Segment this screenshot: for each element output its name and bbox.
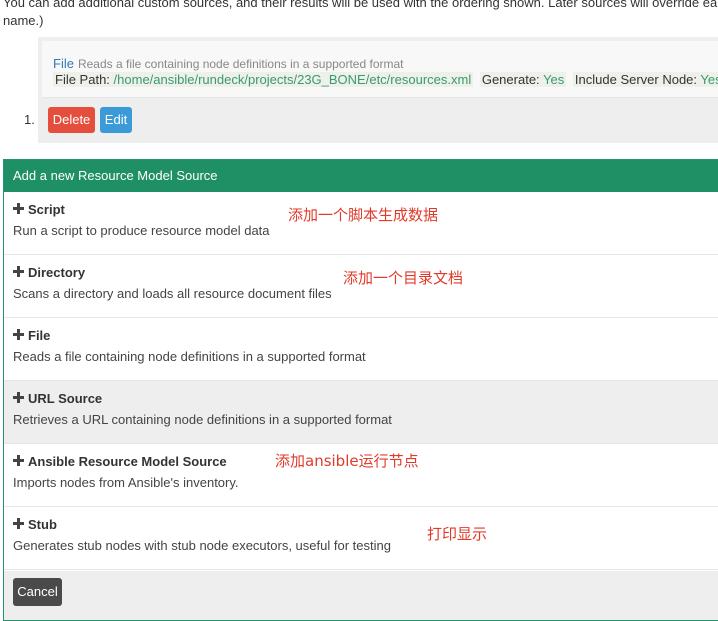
edit-button[interactable]: Edit: [100, 107, 132, 133]
generate-label: Generate:: [481, 72, 540, 87]
plus-icon: [13, 266, 24, 277]
plus-icon: [13, 455, 24, 466]
plus-icon: [13, 518, 24, 529]
provider-item-script[interactable]: Script Run a script to produce resource …: [4, 192, 718, 255]
intro-line-1: You can add additional custom sources, a…: [3, 0, 718, 10]
include-server-node-label: Include Server Node:: [574, 72, 698, 87]
annotation-directory: 添加一个目录文档: [343, 269, 464, 287]
annotation-stub: 打印显示: [427, 525, 488, 543]
provider-description: Reads a file containing node definitions…: [13, 349, 366, 364]
provider-title-file[interactable]: File: [13, 328, 50, 343]
include-server-node-property: Include Server Node: Yes: [572, 72, 718, 87]
provider-item-directory[interactable]: Directory Scans a directory and loads al…: [4, 255, 718, 318]
file-path-property: File Path: /home/ansible/rundeck/project…: [53, 72, 474, 87]
provider-item-file[interactable]: File Reads a file containing node defini…: [4, 318, 718, 381]
provider-title-text: Script: [28, 202, 65, 217]
annotation-script: 添加一个脚本生成数据: [288, 206, 439, 224]
provider-title-url-source[interactable]: URL Source: [13, 391, 102, 406]
source-index: 1.: [24, 112, 35, 127]
add-resource-model-source-panel: Add a new Resource Model Source Script R…: [3, 159, 718, 621]
source-type: File: [53, 56, 74, 71]
generate-value: Yes: [543, 72, 565, 87]
intro-text: You can add additional custom sources, a…: [3, 0, 718, 30]
provider-description: Scans a directory and loads all resource…: [13, 286, 332, 301]
provider-item-stub[interactable]: Stub Generates stub nodes with stub node…: [4, 507, 718, 570]
provider-item-ansible[interactable]: Ansible Resource Model Source Imports no…: [4, 444, 718, 507]
provider-title-text: Stub: [28, 517, 57, 532]
delete-button[interactable]: Delete: [48, 107, 95, 133]
provider-title-text: Directory: [28, 265, 86, 280]
file-path-value: /home/ansible/rundeck/projects/23G_BONE/…: [113, 72, 472, 87]
source-summary-card: File Reads a file containing node definit…: [42, 41, 718, 98]
include-server-node-value: Yes: [700, 72, 718, 87]
plus-icon: [13, 329, 24, 340]
file-path-label: File Path:: [55, 72, 110, 87]
plus-icon: [13, 203, 24, 214]
source-type-line: File Reads a file containing node definit…: [53, 56, 404, 71]
source-description: Reads a file containing node definitions…: [77, 57, 404, 71]
intro-line-2: name.): [3, 13, 44, 28]
provider-item-url-source[interactable]: URL Source Retrieves a URL containing no…: [4, 381, 718, 444]
provider-description: Run a script to produce resource model d…: [13, 223, 270, 238]
plus-icon: [13, 392, 24, 403]
provider-title-script[interactable]: Script: [13, 202, 65, 217]
panel-footer: Cancel: [4, 571, 718, 620]
panel-heading: Add a new Resource Model Source: [4, 160, 718, 192]
provider-title-directory[interactable]: Directory: [13, 265, 85, 280]
generate-property: Generate: Yes: [479, 72, 567, 87]
provider-title-text: Ansible Resource Model Source: [28, 454, 227, 469]
existing-source-item: File Reads a file containing node definit…: [38, 37, 718, 143]
annotation-ansible: 添加ansible运行节点: [275, 452, 419, 470]
source-properties: File Path: /home/ansible/rundeck/project…: [53, 72, 718, 87]
provider-title-stub[interactable]: Stub: [13, 517, 57, 532]
provider-title-ansible[interactable]: Ansible Resource Model Source: [13, 454, 227, 469]
provider-description: Retrieves a URL containing node definiti…: [13, 412, 392, 427]
provider-title-text: File: [28, 328, 51, 343]
provider-title-text: URL Source: [28, 391, 103, 406]
provider-description: Generates stub nodes with stub node exec…: [13, 538, 391, 553]
cancel-button[interactable]: Cancel: [13, 578, 62, 606]
provider-description: Imports nodes from Ansible's inventory.: [13, 475, 239, 490]
